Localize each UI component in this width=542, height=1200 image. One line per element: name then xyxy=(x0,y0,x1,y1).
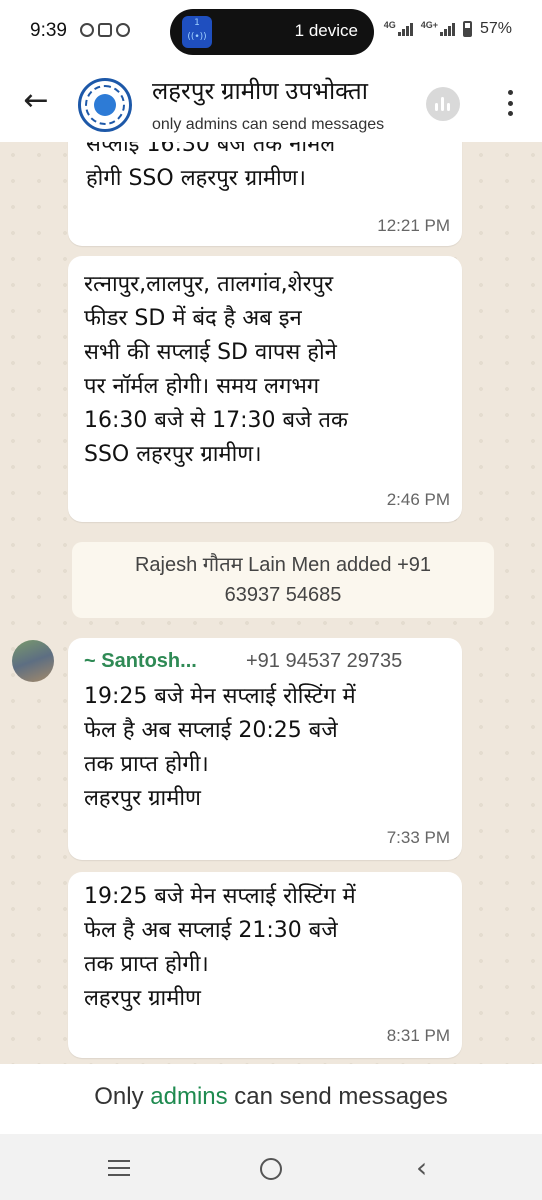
banner-prefix: Only xyxy=(94,1083,151,1110)
voice-chat-icon[interactable] xyxy=(426,87,460,121)
message-bubble[interactable]: 19:25 बजे मेन सप्लाई रोस्टिंग में फेल है… xyxy=(68,872,462,1058)
message-bubble[interactable]: सप्लाई 16:30 बजे तक नॉर्मल होगी SSO लहरप… xyxy=(68,142,462,246)
home-icon[interactable] xyxy=(260,1158,282,1180)
network-label-2: 4G+ xyxy=(420,20,438,30)
app-notification-icon xyxy=(98,23,112,37)
message-bubble[interactable]: ~ Santosh... +91 94537 29735 19:25 बजे म… xyxy=(68,638,462,860)
message-text: सप्लाई 16:30 बजे तक नॉर्मल होगी SSO लहरप… xyxy=(86,142,336,191)
back-arrow-icon[interactable]: ← xyxy=(18,84,54,120)
message-bubble[interactable]: रत्नापुर,लालपुर, तालगांव,शेरपुर फीडर SD … xyxy=(68,256,462,522)
group-subtitle[interactable]: only admins can send messages xyxy=(152,116,414,134)
notification-icons xyxy=(80,23,130,37)
battery-icon xyxy=(462,21,472,37)
message-time: 12:21 PM xyxy=(377,216,450,235)
admins-link[interactable]: admins xyxy=(150,1083,227,1110)
signal-icon xyxy=(397,22,413,36)
chat-header: ← लहरपुर ग्रामीण उपभोक्ता only admins ca… xyxy=(0,64,542,142)
group-title[interactable]: लहरपुर ग्रामीण उपभोक्ता xyxy=(152,74,412,107)
system-indicators: 4G 4G+ 57% xyxy=(384,20,512,38)
device-count: 1 device xyxy=(294,21,358,40)
sender-name[interactable]: ~ Santosh... xyxy=(84,650,197,673)
status-time: 9:39 xyxy=(30,20,67,41)
group-avatar[interactable] xyxy=(78,78,132,132)
facebook-icon xyxy=(116,23,130,37)
message-time: 2:46 PM xyxy=(386,490,450,509)
system-nav-bar: ‹ xyxy=(0,1134,542,1200)
battery-level: 57% xyxy=(479,20,512,37)
chat-area[interactable]: सप्लाई 16:30 बजे तक नॉर्मल होगी SSO लहरप… xyxy=(0,142,542,1064)
admins-only-banner: Only admins can send messages xyxy=(0,1064,542,1134)
sender-avatar[interactable] xyxy=(12,640,54,682)
recents-icon[interactable] xyxy=(108,1160,130,1176)
media-device-pill[interactable]: 1 ((•)) 1 device xyxy=(170,9,374,55)
banner-suffix: can send messages xyxy=(227,1083,448,1110)
system-notification: Rajesh गौतम Lain Men added +91 63937 546… xyxy=(72,542,494,618)
status-bar: 9:39 1 ((•)) 1 device 4G 4G+ 57% xyxy=(0,0,542,64)
message-text: 19:25 बजे मेन सप्लाई रोस्टिंग में फेल है… xyxy=(84,684,356,811)
message-time: 8:31 PM xyxy=(386,1026,450,1045)
signal-icon-2 xyxy=(439,22,455,36)
message-time: 7:33 PM xyxy=(386,828,450,847)
avatar-logo-center xyxy=(94,94,116,116)
more-options-icon[interactable] xyxy=(500,86,520,120)
whatsapp-icon xyxy=(80,23,94,37)
message-text: रत्नापुर,लालपुर, तालगांव,शेरपुर फीडर SD … xyxy=(84,272,348,467)
message-text: 19:25 बजे मेन सप्लाई रोस्टिंग में फेल है… xyxy=(84,884,356,1011)
sender-phone[interactable]: +91 94537 29735 xyxy=(246,650,402,673)
network-label-1: 4G xyxy=(383,20,396,30)
nav-back-icon[interactable]: ‹ xyxy=(416,1154,427,1182)
cast-device-icon: 1 ((•)) xyxy=(182,16,212,48)
